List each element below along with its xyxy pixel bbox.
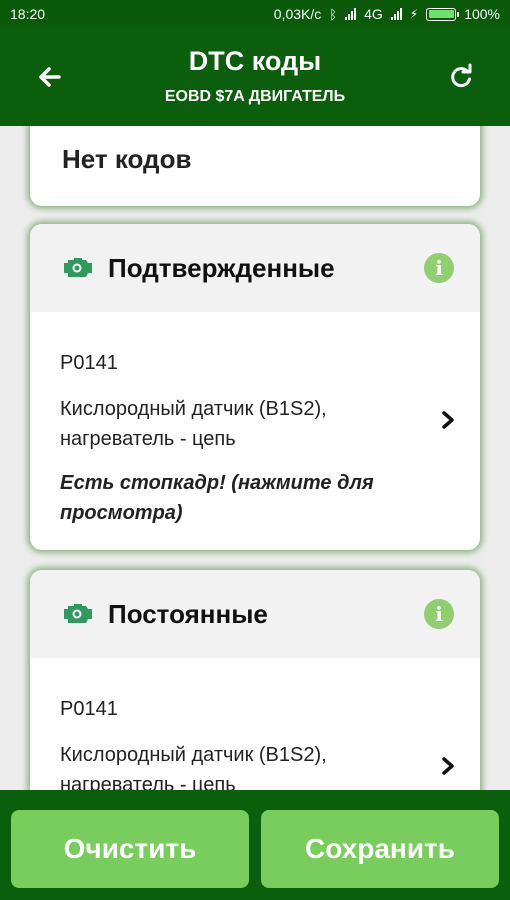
page-title: DTC коды <box>188 46 322 76</box>
card-pending: Нет кодов <box>30 126 480 206</box>
status-time: 18:20 <box>10 6 46 22</box>
clear-button[interactable]: Очистить <box>11 810 249 888</box>
signal-icon-2 <box>390 8 402 20</box>
dtc-code: P0141 <box>60 698 118 720</box>
card-permanent-header: Постоянные i <box>30 570 480 658</box>
refresh-icon[interactable] <box>446 62 476 92</box>
info-icon[interactable]: i <box>424 599 454 629</box>
engine-icon <box>64 604 92 623</box>
network-type: 4G <box>364 6 383 22</box>
card-permanent-title: Постоянные <box>108 598 268 629</box>
dtc-item-confirmed[interactable]: P0141 Кислородный датчик (B1S2), нагрева… <box>30 312 480 550</box>
bottom-action-bar: Очистить Сохранить <box>0 790 510 900</box>
charging-icon: ⚡ <box>409 7 419 21</box>
card-permanent: Постоянные i P0141 Кислородный датчик (B… <box>30 570 480 790</box>
chevron-right-icon <box>442 411 454 429</box>
dtc-description: Кислородный датчик (B1S2), нагреватель -… <box>60 398 327 450</box>
card-confirmed-header: Подтвержденные i <box>30 224 480 312</box>
card-confirmed-title: Подтвержденные <box>108 252 335 283</box>
battery-percent: 100% <box>464 6 500 22</box>
signal-icon <box>345 8 357 20</box>
engine-icon <box>64 258 92 277</box>
save-button[interactable]: Сохранить <box>261 810 499 888</box>
bluetooth-icon: ᛒ <box>329 6 338 22</box>
no-codes-label: Нет кодов <box>62 144 192 174</box>
freeze-frame-link[interactable]: Есть стопкадр! (нажмите для просмотра) <box>60 468 410 528</box>
chevron-right-icon <box>442 757 454 775</box>
status-indicators: 0,03K/c ᛒ 4G ⚡ 100% <box>274 6 500 22</box>
page-subtitle: EOBD $7A ДВИГАТЕЛЬ <box>164 88 346 105</box>
dtc-item-permanent[interactable]: P0141 Кислородный датчик (B1S2), нагрева… <box>30 658 480 790</box>
battery-icon <box>426 7 460 21</box>
dtc-description: Кислородный датчик (B1S2), нагреватель -… <box>60 744 327 790</box>
app-bar: DTC коды EOBD $7A ДВИГАТЕЛЬ <box>0 28 510 126</box>
card-confirmed: Подтвержденные i P0141 Кислородный датчи… <box>30 224 480 550</box>
network-speed: 0,03K/c <box>273 6 322 22</box>
dtc-code: P0141 <box>60 352 118 374</box>
info-icon[interactable]: i <box>424 253 454 283</box>
dtc-list[interactable]: Нет кодов Подтвержденные i P0141 Кислоро… <box>0 126 510 790</box>
status-bar: 18:20 0,03K/c ᛒ 4G ⚡ 100% <box>0 0 510 28</box>
